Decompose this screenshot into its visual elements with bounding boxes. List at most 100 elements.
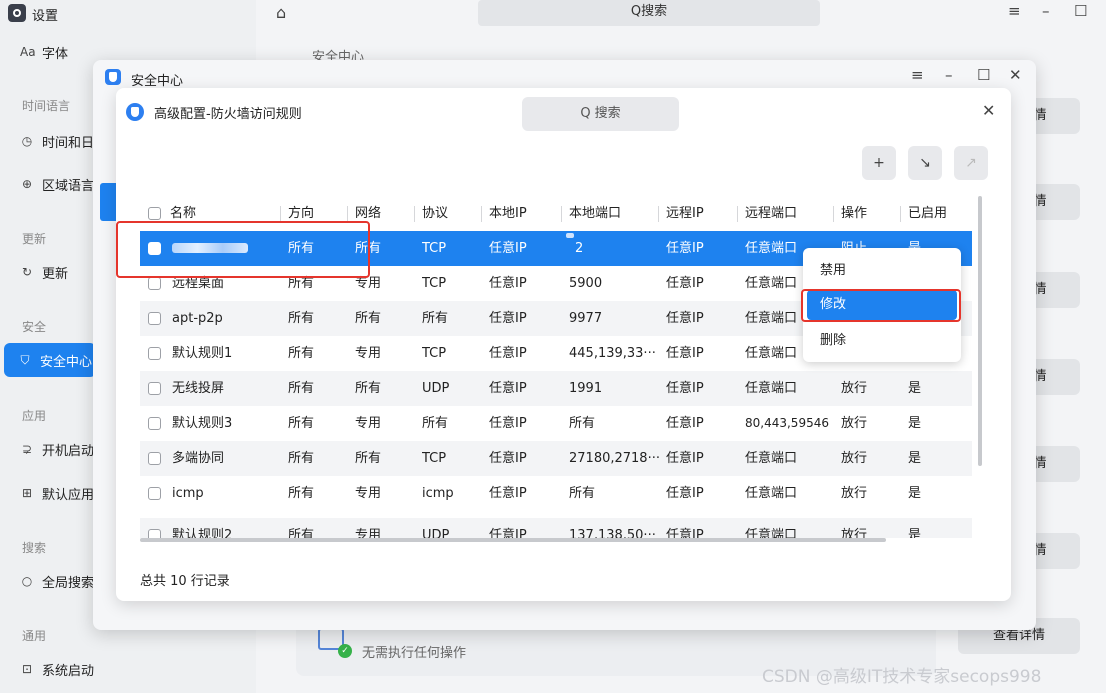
global-search-input[interactable]: Q搜索 <box>478 0 820 26</box>
cell-remote-ip: 任意IP <box>666 276 704 291</box>
cell-remote-port: 任意端口 <box>745 486 798 501</box>
cell-protocol: UDP <box>422 381 450 396</box>
sidebar-item-font[interactable]: Aa 字体 <box>0 35 96 69</box>
shield-icon: ⛉ <box>20 352 30 367</box>
cell-name: 无线投屏 <box>172 381 225 396</box>
row-checkbox[interactable] <box>148 417 161 430</box>
menu-item-disable[interactable]: 禁用 <box>807 256 957 286</box>
menu-item-delete[interactable]: 删除 <box>807 326 957 356</box>
row-checkbox[interactable] <box>148 487 161 500</box>
cell-action: 放行 <box>841 486 868 501</box>
sidebar-item-label: 安全中心 <box>40 354 93 370</box>
table-row[interactable]: 无线投屏 所有 所有 UDP 任意IP 1991 任意IP 任意端口 放行 是 <box>140 371 972 406</box>
font-icon: Aa <box>20 45 36 59</box>
cell-name: apt-p2p <box>172 311 223 326</box>
column-header[interactable]: 协议 <box>422 196 480 231</box>
menu-icon[interactable]: ≡ <box>911 66 924 84</box>
sidebar-item-global-search[interactable]: ○ 全局搜索 <box>0 564 96 598</box>
column-header[interactable]: 本地IP <box>489 196 559 231</box>
vertical-scrollbar[interactable] <box>978 196 982 466</box>
cell-protocol: TCP <box>422 451 447 466</box>
table-row-clipped: 默认规则2 所有 专用 UDP 任意IP 137,138,50··· 任意IP … <box>140 518 972 538</box>
maximize-icon[interactable]: ☐ <box>977 66 990 84</box>
cell-name: 默认规则3 <box>172 416 233 431</box>
sidebar-item-label: 全局搜索 <box>42 575 95 591</box>
sidebar-item-startup[interactable]: ⊋ 开机启动 <box>0 432 96 466</box>
cell-network: 所有 <box>355 311 382 326</box>
plus-icon: + <box>873 155 885 171</box>
cell-network: 专用 <box>355 486 382 501</box>
window-title: 安全中心 <box>131 74 184 89</box>
cell-remote-ip: 任意IP <box>666 528 704 538</box>
blurred-port <box>566 233 574 238</box>
minimize-icon[interactable]: – <box>945 66 953 84</box>
close-icon[interactable]: ✕ <box>1009 66 1022 84</box>
column-header[interactable]: 远程IP <box>666 196 736 231</box>
close-icon[interactable]: ✕ <box>982 101 995 120</box>
sidebar-item-system-boot[interactable]: ⊡ 系统启动 <box>0 652 96 686</box>
sidebar-item-update[interactable]: ↻ 更新 <box>0 255 96 289</box>
select-all-checkbox[interactable] <box>148 207 161 220</box>
cell-local-port: 9977 <box>569 311 603 326</box>
export-icon: ↗ <box>965 155 977 171</box>
column-header[interactable]: 操作 <box>841 196 901 231</box>
cell-direction: 所有 <box>288 416 315 431</box>
import-icon: ↘ <box>919 155 931 171</box>
row-checkbox[interactable] <box>148 382 161 395</box>
cell-remote-ip: 任意IP <box>666 381 704 396</box>
boot-icon: ⊡ <box>21 662 33 676</box>
table-row[interactable]: 默认规则2 所有 专用 UDP 任意IP 137,138,50··· 任意IP … <box>140 518 972 538</box>
region-icon: ⊕ <box>21 177 33 191</box>
cell-direction: 所有 <box>288 311 315 326</box>
column-header[interactable]: 已启用 <box>908 196 968 231</box>
row-checkbox[interactable] <box>148 277 161 290</box>
row-checkbox[interactable] <box>148 312 161 325</box>
cell-network: 所有 <box>355 381 382 396</box>
cell-enabled: 是 <box>908 528 922 538</box>
dialog-title: 高级配置-防火墙访问规则 <box>154 107 302 122</box>
cell-remote-port: 80,443,59546 <box>745 416 829 430</box>
cell-protocol: UDP <box>422 528 450 538</box>
cell-protocol: icmp <box>422 486 454 501</box>
status-text: 无需执行任何操作 <box>362 646 467 661</box>
cell-local-port: 1991 <box>569 381 603 396</box>
column-header[interactable]: 远程端口 <box>745 196 835 231</box>
cell-network: 所有 <box>355 451 382 466</box>
cell-local-port: 137,138,50··· <box>569 528 656 538</box>
table-row[interactable]: 多端协同 所有 所有 TCP 任意IP 27180,2718··· 任意IP 任… <box>140 441 972 476</box>
sidebar-item-region[interactable]: ⊕ 区域语言 <box>0 167 96 201</box>
cell-remote-port: 任意端口 <box>745 528 798 538</box>
sidebar-item-label: 字体 <box>42 46 69 62</box>
grid-icon: ⊞ <box>21 486 33 500</box>
column-header[interactable]: 本地端口 <box>569 196 659 231</box>
minimize-icon[interactable]: – <box>1042 2 1050 20</box>
cell-name: icmp <box>172 486 204 501</box>
horizontal-scrollbar[interactable] <box>140 538 886 542</box>
menu-icon[interactable]: ≡ <box>1008 2 1021 20</box>
cell-local-port: 5900 <box>569 276 603 291</box>
import-rule-button[interactable]: ↘ <box>908 146 942 180</box>
table-row[interactable]: icmp 所有 专用 icmp 任意IP 所有 任意IP 任意端口 放行 是 <box>140 476 972 511</box>
row-checkbox[interactable] <box>148 452 161 465</box>
export-rule-button: ↗ <box>954 146 988 180</box>
maximize-icon[interactable]: ☐ <box>1074 2 1087 20</box>
row-checkbox[interactable] <box>148 347 161 360</box>
cell-local-port: 2 <box>575 241 584 256</box>
sidebar-item-security[interactable]: ⛉ 安全中心 <box>4 343 96 377</box>
cell-remote-port: 任意端口 <box>745 451 798 466</box>
row-checkbox[interactable] <box>148 529 161 538</box>
sidebar-item-default-apps[interactable]: ⊞ 默认应用 <box>0 476 96 510</box>
cell-protocol: 所有 <box>422 311 449 326</box>
nav-group-label: 应用 <box>22 409 47 423</box>
cell-action: 放行 <box>841 528 868 538</box>
rule-search-input[interactable]: Q 搜索 <box>522 97 679 131</box>
sidebar-item-label: 默认应用 <box>42 487 95 503</box>
nav-group-label: 更新 <box>22 232 47 246</box>
table-row[interactable]: 默认规则3 所有 专用 所有 任意IP 所有 任意IP 80,443,59546… <box>140 406 972 441</box>
sidebar-item-datetime[interactable]: ◷ 时间和日 <box>0 124 96 158</box>
cell-network: 专用 <box>355 346 382 361</box>
titlebar: 设置 ⌂ Q搜索 ≡ – ☐ <box>0 0 1106 30</box>
cell-local-port: 所有 <box>569 416 596 431</box>
home-icon[interactable]: ⌂ <box>276 3 286 22</box>
add-rule-button[interactable]: + <box>862 146 896 180</box>
